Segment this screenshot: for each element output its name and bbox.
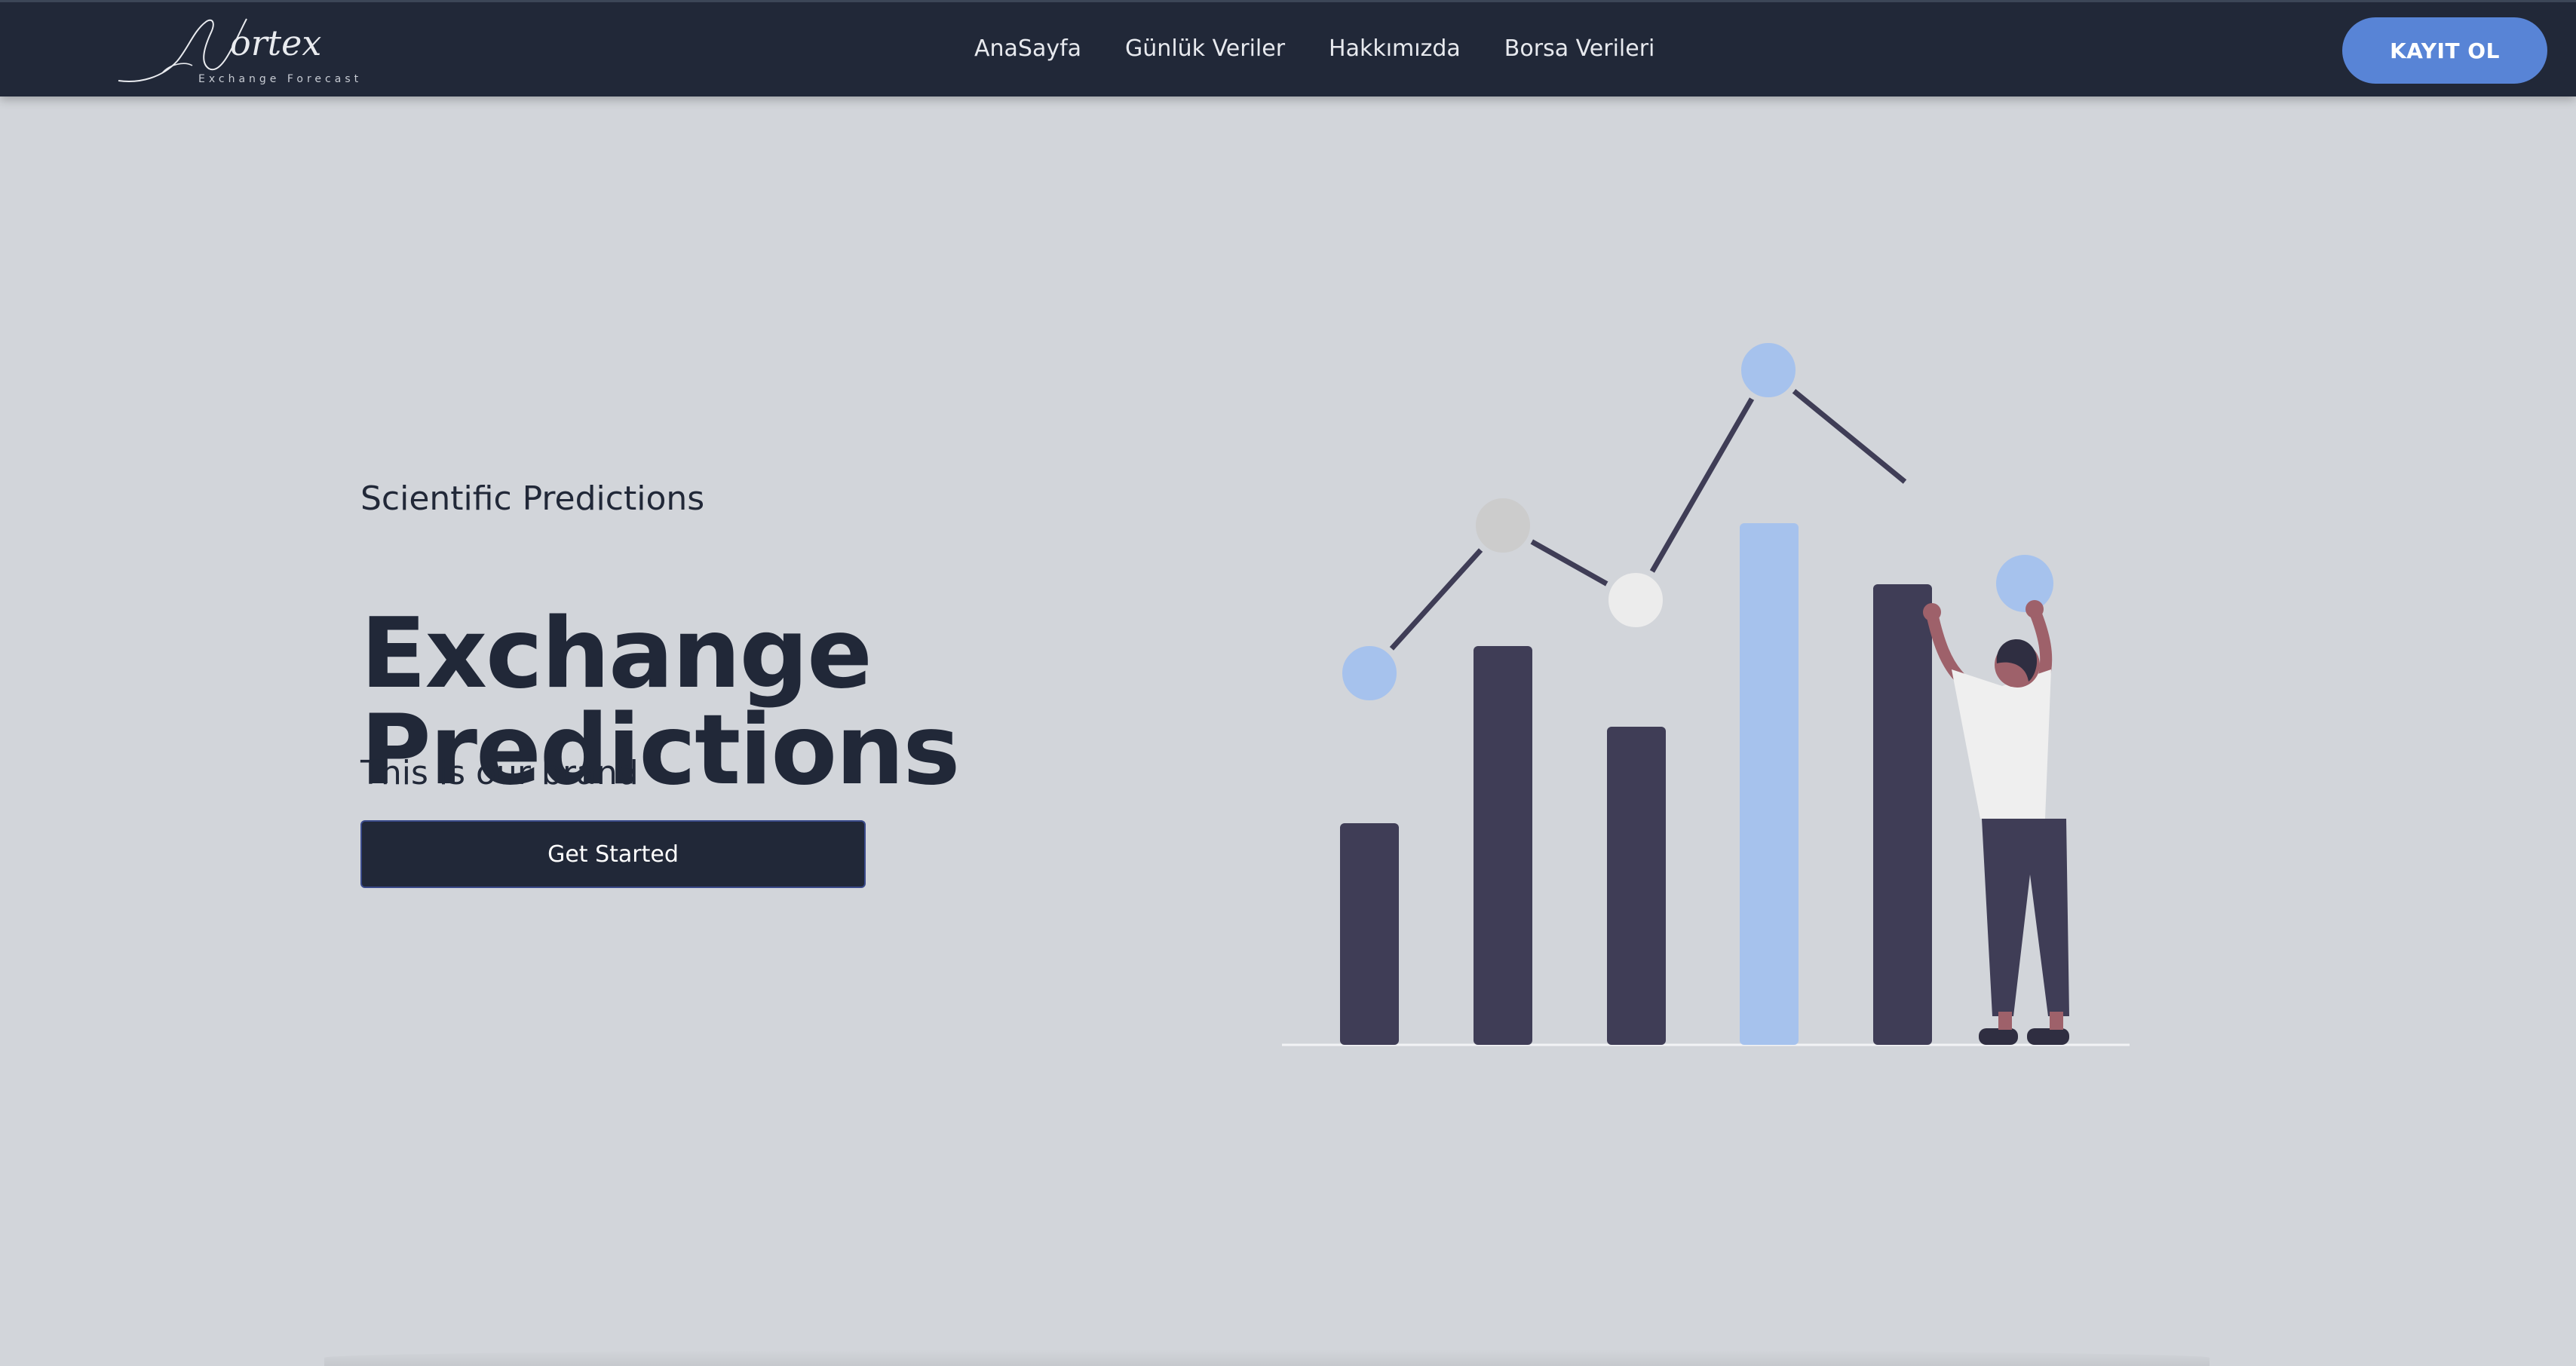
nav-item-home[interactable]: AnaSayfa <box>974 34 1081 64</box>
illustration-bar <box>1873 584 1932 1045</box>
svg-text:ortex: ortex <box>230 23 321 63</box>
brand-tagline: Exchange Forecast <box>198 73 363 85</box>
illustration-node <box>1735 337 1802 403</box>
illustration-node <box>1470 492 1536 559</box>
illustration-bar-highlight <box>1740 523 1799 1045</box>
person-figure <box>1923 600 2069 1045</box>
illustration-bar <box>1474 646 1532 1045</box>
hero-title-line1: Exchange <box>360 597 872 710</box>
hero-subtitle: This is our brand <box>360 754 639 792</box>
get-started-button[interactable]: Get Started <box>360 820 866 888</box>
nav-item-daily-data[interactable]: Günlük Veriler <box>1125 34 1285 64</box>
illustration-node <box>1602 567 1669 633</box>
illustration-node <box>1336 640 1403 706</box>
section-divider-shadow <box>324 1349 2210 1366</box>
hero-eyebrow: Scientific Predictions <box>360 479 705 518</box>
nav-item-stock-data[interactable]: Borsa Verileri <box>1504 34 1655 64</box>
brand-logo[interactable]: ortex Exchange Forecast <box>117 8 373 93</box>
illustration-bar <box>1607 727 1666 1045</box>
main-nav: AnaSayfa Günlük Veriler Hakkımızda Borsa… <box>974 34 1654 64</box>
illustration-bar <box>1340 823 1399 1045</box>
top-navbar: ortex Exchange Forecast AnaSayfa Günlük … <box>0 0 2576 96</box>
hero-illustration <box>1282 337 2130 1046</box>
signup-button[interactable]: KAYIT OL <box>2342 17 2547 84</box>
illustration-held-node <box>1996 555 2053 612</box>
nav-item-about[interactable]: Hakkımızda <box>1329 34 1461 64</box>
